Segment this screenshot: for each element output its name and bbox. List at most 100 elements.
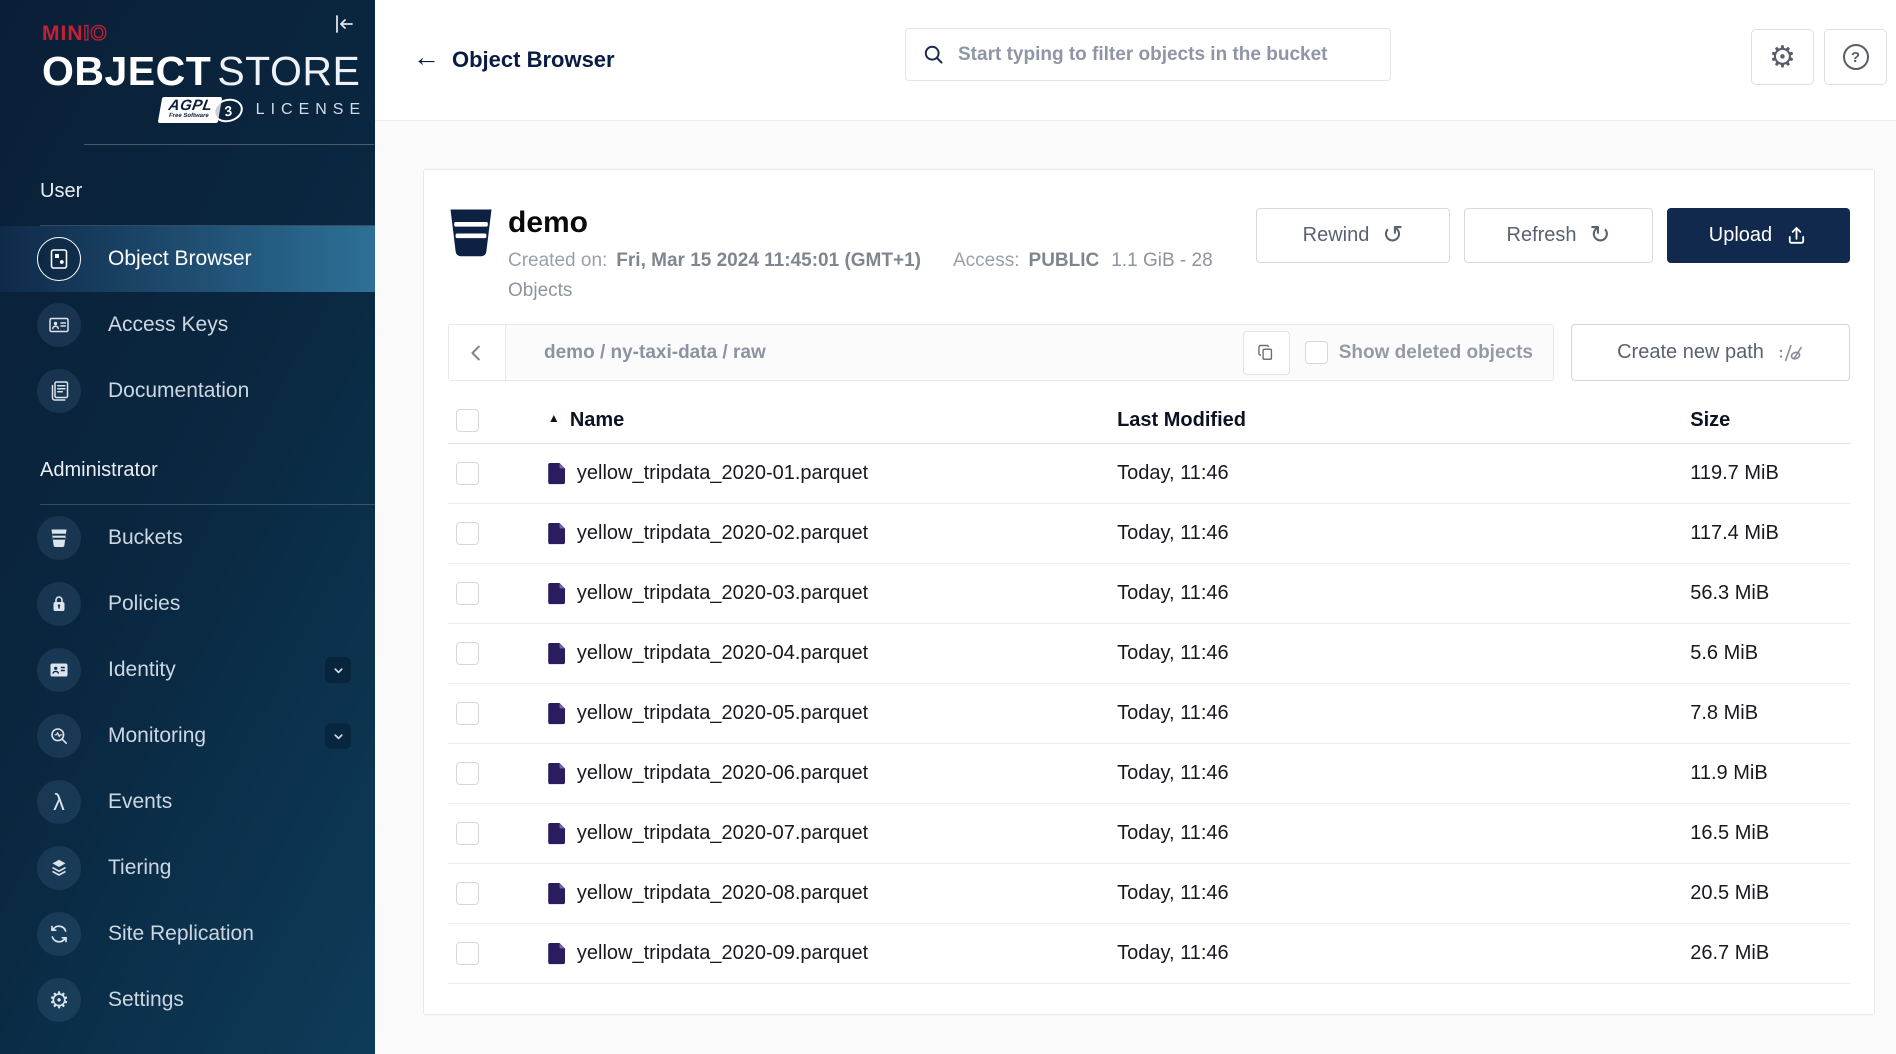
sidebar-item-identity[interactable]: Identity — [0, 637, 375, 703]
sidebar-item-settings[interactable]: ⚙ Settings — [0, 967, 375, 1033]
table-row[interactable]: yellow_tripdata_2020-02.parquet Today, 1… — [448, 504, 1850, 564]
object-modified: Today, 11:46 — [1117, 642, 1690, 665]
sidebar-item-label: Policies — [108, 592, 180, 616]
sidebar-item-label: Documentation — [108, 379, 249, 403]
column-header-name[interactable]: ▲Name — [508, 409, 1117, 432]
row-checkbox[interactable] — [456, 582, 479, 605]
row-checkbox[interactable] — [456, 942, 479, 965]
refresh-button[interactable]: Refresh↻ — [1464, 208, 1653, 263]
select-all-checkbox[interactable] — [456, 409, 479, 432]
bucket-header: demo Created on:Fri, Mar 15 2024 11:45:0… — [424, 170, 1874, 324]
help-button[interactable]: ? — [1824, 29, 1887, 85]
table-row[interactable]: yellow_tripdata_2020-05.parquet Today, 1… — [448, 684, 1850, 744]
object-size: 7.8 MiB — [1690, 702, 1850, 725]
copy-path-icon[interactable] — [1243, 331, 1290, 375]
file-icon — [546, 521, 567, 546]
sidebar-item-site-replication[interactable]: Site Replication — [0, 901, 375, 967]
logo-divider — [84, 144, 374, 145]
sidebar-item-label: Site Replication — [108, 922, 254, 946]
sidebar-item-object-browser[interactable]: Object Browser — [0, 226, 375, 292]
collapse-sidebar-icon[interactable] — [327, 10, 361, 40]
row-checkbox[interactable] — [456, 882, 479, 905]
new-path-icon — [1778, 342, 1804, 364]
search-icon — [922, 43, 946, 67]
sidebar-nav: User Object Browser Access Keys Document… — [0, 180, 375, 1033]
object-name: yellow_tripdata_2020-03.parquet — [577, 582, 868, 605]
show-deleted-toggle[interactable]: Show deleted objects — [1305, 341, 1533, 364]
object-modified: Today, 11:46 — [1117, 702, 1690, 725]
object-name: yellow_tripdata_2020-09.parquet — [577, 942, 868, 965]
rewind-button[interactable]: Rewind↺ — [1256, 208, 1450, 263]
sidebar-item-label: Tiering — [108, 856, 171, 880]
object-browser-icon — [37, 237, 81, 281]
object-modified: Today, 11:46 — [1117, 462, 1690, 485]
object-size: 5.6 MiB — [1690, 642, 1850, 665]
minio-brand-text: MINIO — [42, 22, 375, 46]
sidebar-item-buckets[interactable]: Buckets — [0, 505, 375, 571]
row-checkbox[interactable] — [456, 522, 479, 545]
back-arrow-icon[interactable]: ← — [413, 44, 440, 71]
sidebar-item-label: Access Keys — [108, 313, 228, 337]
table-row[interactable]: yellow_tripdata_2020-01.parquet Today, 1… — [448, 444, 1850, 504]
sidebar-item-documentation[interactable]: Documentation — [0, 358, 375, 424]
sort-asc-icon: ▲ — [548, 411, 560, 425]
table-row[interactable]: yellow_tripdata_2020-08.parquet Today, 1… — [448, 864, 1850, 924]
objects-table: ▲Name Last Modified Size yellow_tripdata… — [448, 398, 1850, 984]
sidebar-item-access-keys[interactable]: Access Keys — [0, 292, 375, 358]
object-name: yellow_tripdata_2020-04.parquet — [577, 642, 868, 665]
table-row[interactable]: yellow_tripdata_2020-03.parquet Today, 1… — [448, 564, 1850, 624]
sidebar-item-tiering[interactable]: Tiering — [0, 835, 375, 901]
object-modified: Today, 11:46 — [1117, 582, 1690, 605]
breadcrumb-bar: demo / ny-taxi-data / raw Show deleted o… — [448, 324, 1554, 381]
sidebar-item-policies[interactable]: Policies — [0, 571, 375, 637]
path-toolbar: demo / ny-taxi-data / raw Show deleted o… — [448, 324, 1850, 381]
sidebar-item-events[interactable]: λ Events — [0, 769, 375, 835]
row-checkbox[interactable] — [456, 462, 479, 485]
create-new-path-button[interactable]: Create new path — [1571, 324, 1850, 381]
sidebar-item-label: Object Browser — [108, 247, 252, 271]
object-name: yellow_tripdata_2020-01.parquet — [577, 462, 868, 485]
search-box — [905, 28, 1391, 81]
sidebar-item-label: Monitoring — [108, 724, 206, 748]
file-icon — [546, 941, 567, 966]
tiering-layers-icon — [37, 846, 81, 890]
sidebar-item-label: Settings — [108, 988, 184, 1012]
show-deleted-checkbox[interactable] — [1305, 341, 1328, 364]
object-name: yellow_tripdata_2020-06.parquet — [577, 762, 868, 785]
table-row[interactable]: yellow_tripdata_2020-06.parquet Today, 1… — [448, 744, 1850, 804]
object-modified: Today, 11:46 — [1117, 822, 1690, 845]
row-checkbox[interactable] — [456, 642, 479, 665]
chevron-down-icon[interactable] — [325, 723, 351, 749]
row-checkbox[interactable] — [456, 822, 479, 845]
file-icon — [546, 821, 567, 846]
bucket-icon — [448, 207, 494, 259]
replication-arrows-icon — [37, 912, 81, 956]
sidebar-item-monitoring[interactable]: Monitoring — [0, 703, 375, 769]
object-size: 117.4 MiB — [1690, 522, 1850, 545]
object-size: 26.7 MiB — [1690, 942, 1850, 965]
breadcrumb-back-chevron-icon[interactable] — [449, 325, 506, 380]
object-modified: Today, 11:46 — [1117, 942, 1690, 965]
table-row[interactable]: yellow_tripdata_2020-04.parquet Today, 1… — [448, 624, 1850, 684]
row-checkbox[interactable] — [456, 762, 479, 785]
file-icon — [546, 701, 567, 726]
file-icon — [546, 761, 567, 786]
gear-icon: ⚙ — [1769, 40, 1796, 75]
table-row[interactable]: yellow_tripdata_2020-09.parquet Today, 1… — [448, 924, 1850, 984]
content-area: demo Created on:Fri, Mar 15 2024 11:45:0… — [375, 121, 1896, 1054]
column-header-last-modified: Last Modified — [1117, 409, 1690, 432]
file-icon — [546, 881, 567, 906]
object-name: yellow_tripdata_2020-05.parquet — [577, 702, 868, 725]
search-input[interactable] — [958, 44, 1376, 66]
table-row[interactable]: yellow_tripdata_2020-07.parquet Today, 1… — [448, 804, 1850, 864]
chevron-down-icon[interactable] — [325, 657, 351, 683]
minio-logo: MINIO OBJECTSTORE AGPL Free Software 3 L… — [0, 0, 375, 145]
refresh-icon: ↻ — [1590, 223, 1611, 248]
upload-button[interactable]: Upload — [1667, 208, 1850, 263]
access-label: Access: — [953, 250, 1020, 271]
breadcrumb[interactable]: demo / ny-taxi-data / raw — [506, 342, 1243, 364]
row-checkbox[interactable] — [456, 702, 479, 725]
buckets-icon — [37, 516, 81, 560]
object-store-wordmark: OBJECTSTORE — [42, 48, 375, 94]
settings-button[interactable]: ⚙ — [1751, 29, 1814, 85]
